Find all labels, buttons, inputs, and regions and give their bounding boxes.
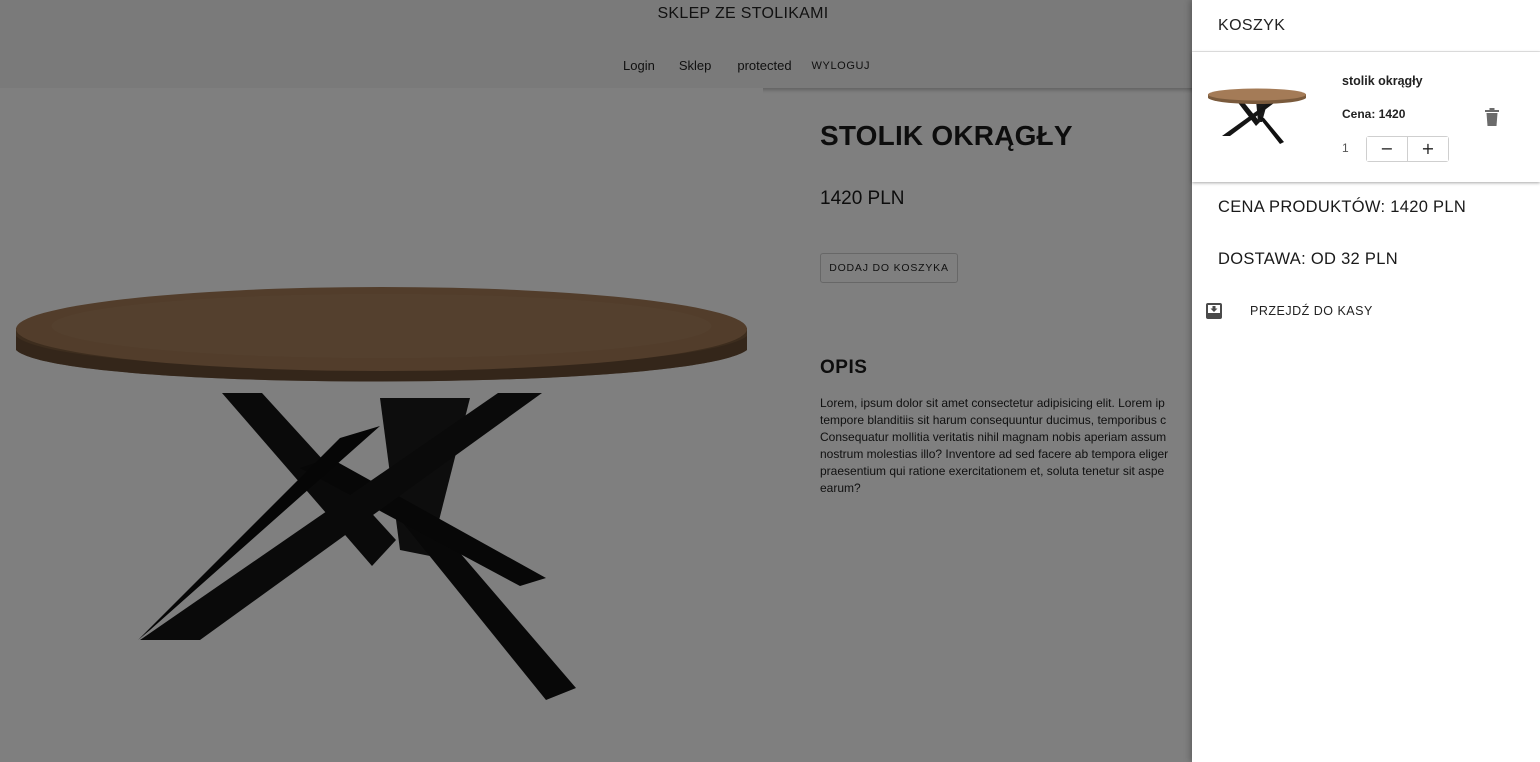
checkout-button[interactable]: PRZEJDŹ DO KASY — [1206, 302, 1373, 320]
cart-title: KOSZYK — [1218, 17, 1286, 34]
cart-item-price: Cena: 1420 — [1342, 107, 1406, 121]
quantity-stepper: − + — [1366, 136, 1449, 162]
cart-drawer: KOSZYK stolik okrągły Cena: 1420 1 − + C… — [1192, 0, 1540, 762]
shipping-cost: DOSTAWA: OD 32 PLN — [1218, 250, 1398, 268]
checkout-icon — [1206, 303, 1222, 319]
trash-icon[interactable] — [1484, 108, 1500, 126]
cart-item: stolik okrągły Cena: 1420 1 − + — [1192, 52, 1540, 182]
cart-item-quantity: 1 — [1342, 141, 1349, 155]
products-total: CENA PRODUKTÓW: 1420 PLN — [1218, 198, 1467, 216]
cart-item-thumbnail — [1208, 88, 1306, 144]
increment-button[interactable]: + — [1408, 137, 1448, 161]
checkout-label: PRZEJDŹ DO KASY — [1250, 304, 1373, 318]
decrement-button[interactable]: − — [1367, 137, 1408, 161]
cart-item-name: stolik okrągły — [1342, 74, 1423, 88]
